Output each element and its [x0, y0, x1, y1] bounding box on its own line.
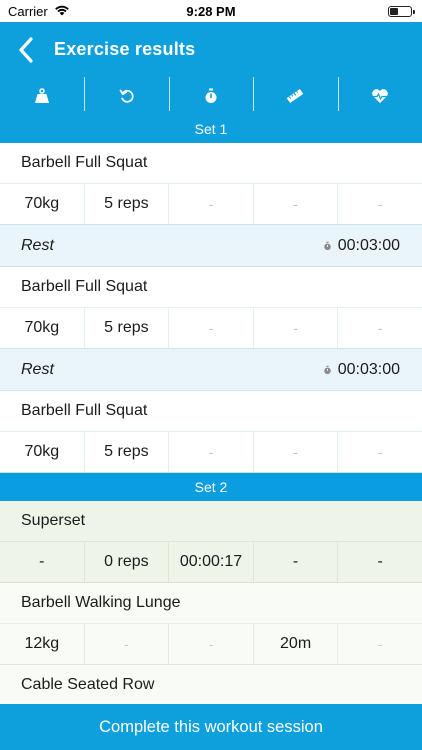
rest-row[interactable]: Rest 00:03:00	[0, 349, 422, 391]
column-reps	[84, 77, 168, 115]
heart-rate-icon	[372, 89, 388, 103]
complete-session-button[interactable]: Complete this workout session	[0, 704, 422, 750]
set-header: Set 2	[0, 473, 422, 501]
weight-value: -	[39, 553, 45, 570]
exercise-name: Barbell Walking Lunge	[0, 583, 422, 623]
weight-value: 70kg	[24, 195, 60, 212]
rest-time: 00:03:00	[323, 237, 400, 255]
column-weight	[0, 77, 84, 115]
heart-rate-value: -	[337, 308, 422, 348]
reps-value: 0 reps	[83, 542, 169, 582]
rest-duration: 00:03:00	[337, 236, 400, 254]
column-distance	[253, 77, 337, 115]
weight-value: 70kg	[24, 443, 60, 460]
weight-icon	[35, 88, 50, 103]
heart-rate-value: -	[337, 542, 422, 582]
heart-rate-value: -	[337, 624, 422, 664]
weight-value: 70kg	[24, 319, 60, 336]
distance-value: -	[252, 542, 338, 582]
rest-time: 00:03:00	[323, 361, 400, 379]
metrics-row: - 0 reps 00:00:17 - -	[0, 541, 422, 583]
repeat-icon	[119, 89, 134, 103]
back-button[interactable]	[12, 32, 40, 68]
weight-value: 12kg	[24, 635, 60, 652]
reps-value: -	[83, 624, 169, 664]
status-left: Carrier	[8, 4, 70, 19]
time-value: -	[168, 432, 253, 472]
exercise-name: Cable Seated Row	[0, 665, 422, 704]
time-value: -	[168, 184, 253, 224]
distance-value: -	[252, 308, 338, 348]
column-time	[168, 77, 253, 115]
superset-block[interactable]: Superset - 0 reps 00:00:17 - -	[0, 501, 422, 583]
metrics-row: 12kg - - 20m -	[0, 623, 422, 665]
reps-value: 5 reps	[83, 432, 169, 472]
distance-value: -	[252, 432, 338, 472]
metrics-row: 70kg 5 reps - - -	[0, 307, 422, 349]
column-heart-rate	[337, 77, 422, 115]
exercise-block[interactable]: Barbell Walking Lunge 12kg - - 20m -	[0, 583, 422, 665]
stopwatch-icon	[323, 365, 331, 374]
chevron-left-icon	[19, 36, 33, 63]
superset-name: Superset	[0, 501, 422, 541]
heart-rate-value: -	[337, 432, 422, 472]
metrics-row: 70kg 5 reps - - -	[0, 183, 422, 225]
wifi-icon	[54, 4, 70, 19]
nav-header: Exercise results	[0, 22, 422, 77]
distance-value: 20m	[252, 624, 338, 664]
time-value: -	[168, 308, 253, 348]
exercise-block[interactable]: Barbell Full Squat 70kg 5 reps - - -	[0, 143, 422, 225]
distance-value: -	[252, 184, 338, 224]
stopwatch-icon	[323, 241, 331, 250]
exercise-list[interactable]: Set 1 Barbell Full Squat 70kg 5 reps - -…	[0, 115, 422, 704]
rest-label: Rest	[21, 360, 54, 378]
exercise-block[interactable]: Barbell Full Squat 70kg 5 reps - - -	[0, 267, 422, 349]
carrier-label: Carrier	[8, 3, 48, 19]
battery-icon	[388, 5, 415, 17]
rest-duration: 00:03:00	[337, 360, 400, 378]
page-title: Exercise results	[54, 39, 196, 59]
time-value: 00:00:17	[168, 542, 253, 582]
reps-value: 5 reps	[83, 308, 169, 348]
rest-label: Rest	[21, 236, 54, 254]
exercise-block[interactable]: Cable Seated Row	[0, 665, 422, 704]
rest-row[interactable]: Rest 00:03:00	[0, 225, 422, 267]
ruler-icon	[287, 88, 304, 104]
exercise-name: Barbell Full Squat	[0, 143, 422, 183]
exercise-block[interactable]: Barbell Full Squat 70kg 5 reps - - -	[0, 391, 422, 473]
time-value: -	[168, 624, 253, 664]
exercise-name: Barbell Full Squat	[0, 267, 422, 307]
exercise-name: Barbell Full Squat	[0, 391, 422, 431]
reps-value: 5 reps	[83, 184, 169, 224]
stopwatch-icon	[205, 88, 217, 103]
set-header: Set 1	[0, 115, 422, 143]
heart-rate-value: -	[337, 184, 422, 224]
column-icon-bar	[0, 77, 422, 115]
status-bar: Carrier 9:28 PM	[0, 0, 422, 22]
metrics-row: 70kg 5 reps - - -	[0, 431, 422, 473]
